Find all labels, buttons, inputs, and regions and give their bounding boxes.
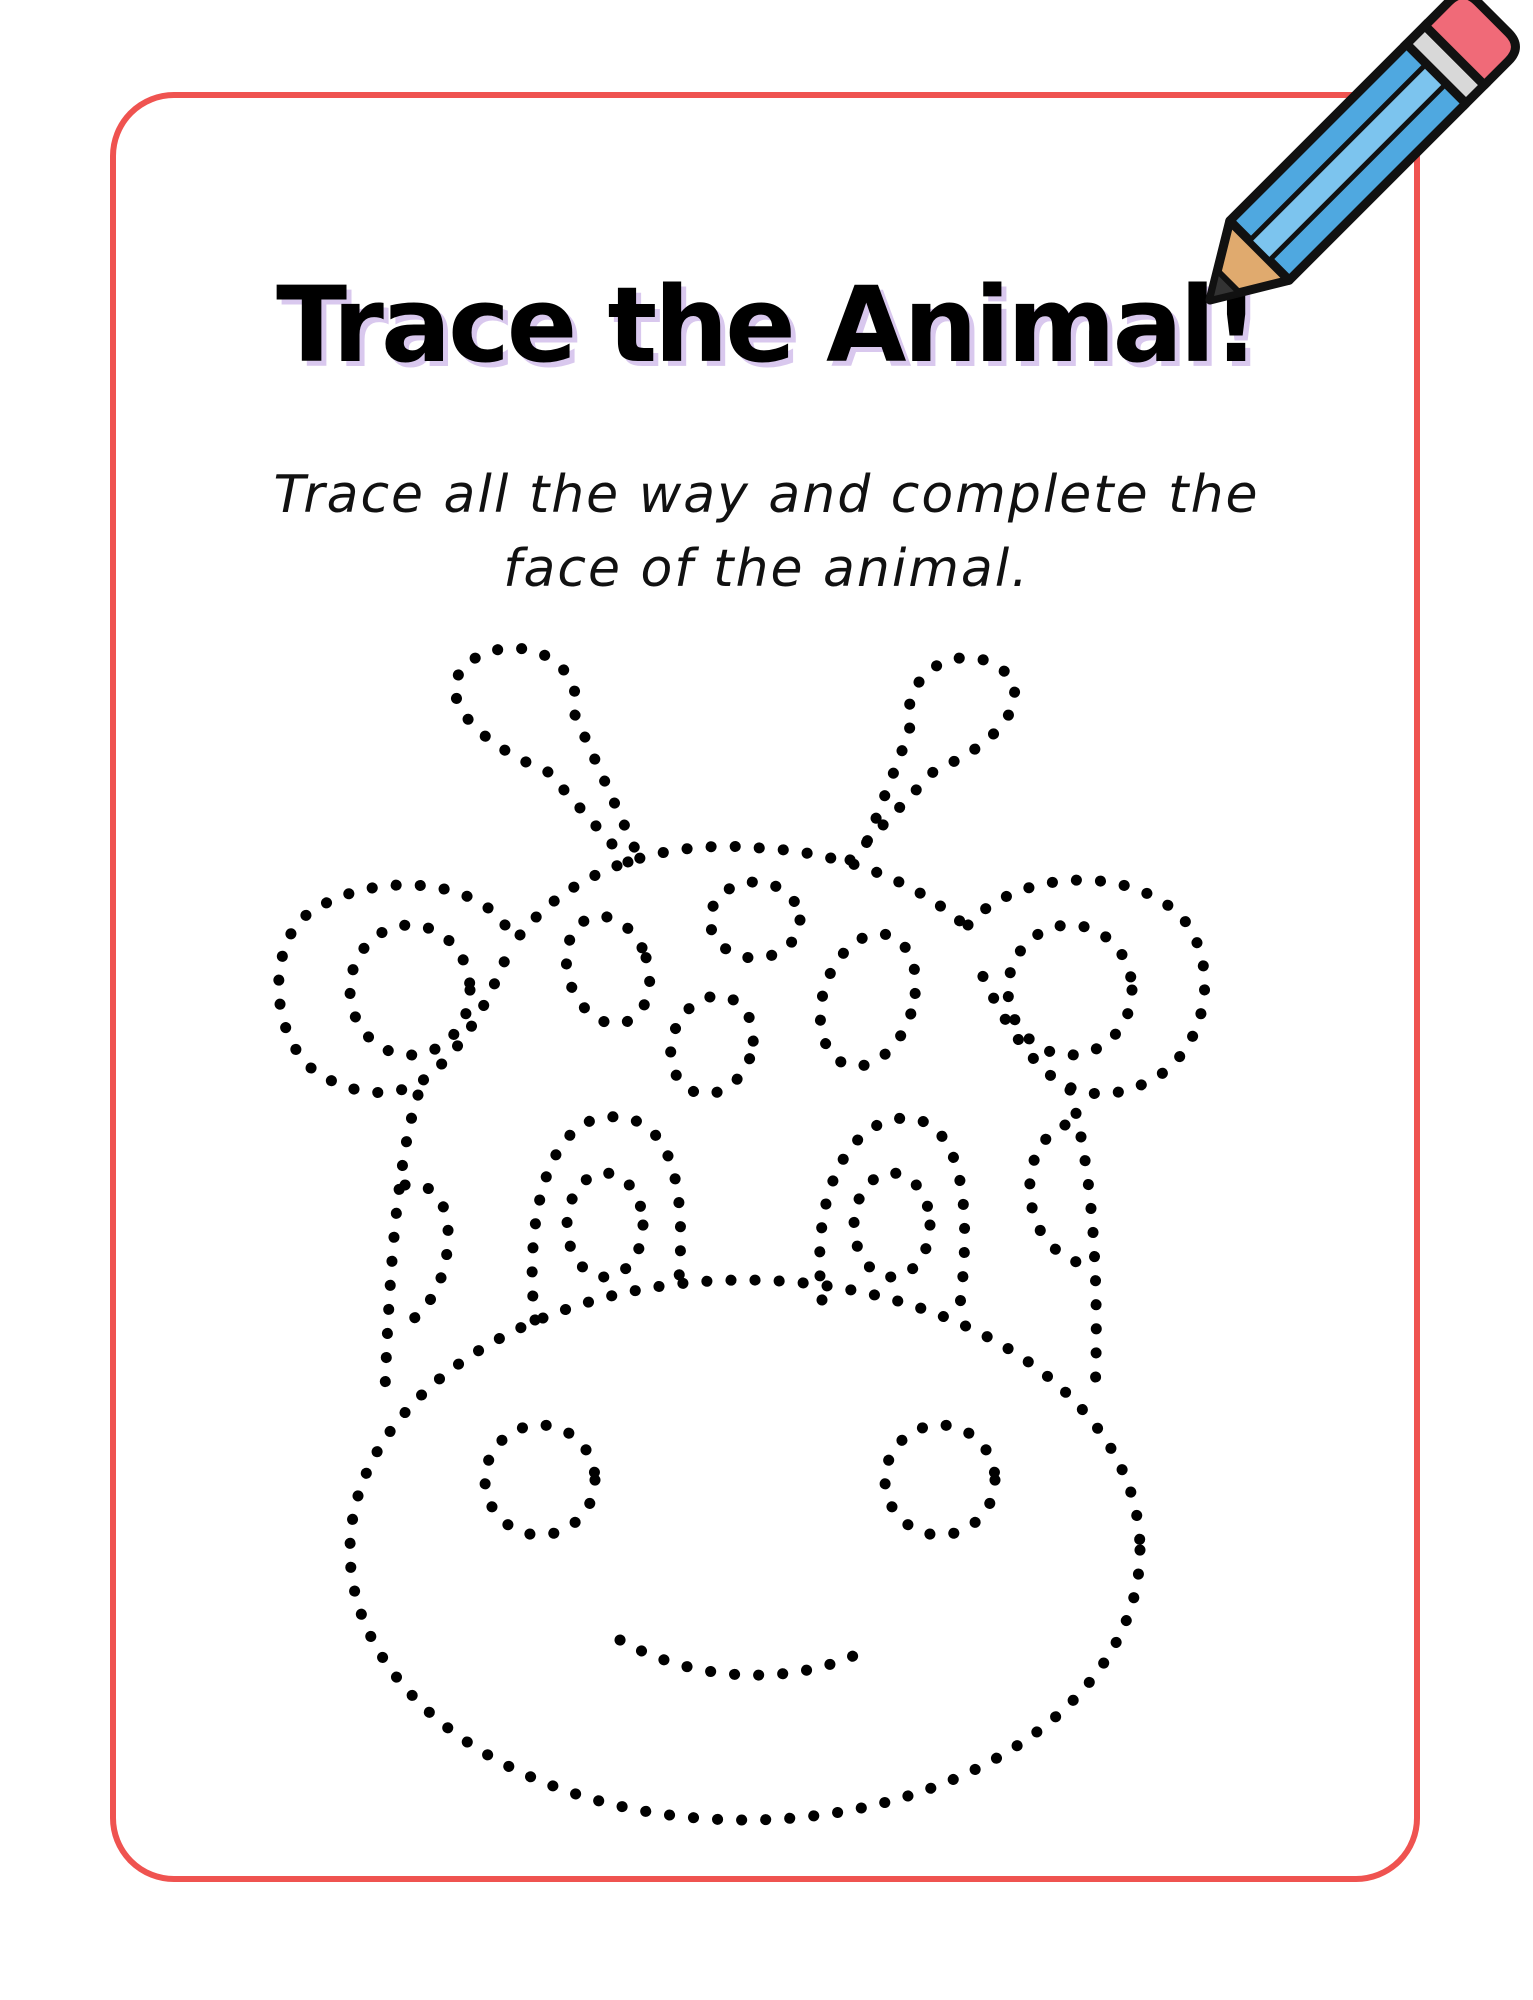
left-nostril (479, 1419, 601, 1541)
head-spot-4 (814, 928, 922, 1072)
left-cheek-spot (389, 1178, 454, 1336)
head-spot-1 (704, 876, 806, 964)
right-cheek (1064, 1084, 1102, 1401)
smile (614, 1634, 876, 1681)
muzzle (344, 1274, 1146, 1826)
dotted-giraffe-drawing (273, 642, 1211, 1826)
left-cheek (379, 1089, 424, 1396)
right-eye-outer (814, 1112, 971, 1326)
right-nostril (879, 1419, 1001, 1541)
right-eye-inner (848, 1167, 936, 1283)
right-ear-inner (1002, 919, 1138, 1061)
left-horn (449, 642, 646, 868)
right-horn (844, 652, 1021, 866)
left-eye-inner (561, 1167, 649, 1283)
head-spot-2 (560, 910, 656, 1030)
right-ear (962, 874, 1211, 1100)
head-spot-3 (665, 990, 759, 1100)
left-ear-inner (344, 919, 476, 1061)
right-cheek-spot (1024, 1119, 1101, 1271)
